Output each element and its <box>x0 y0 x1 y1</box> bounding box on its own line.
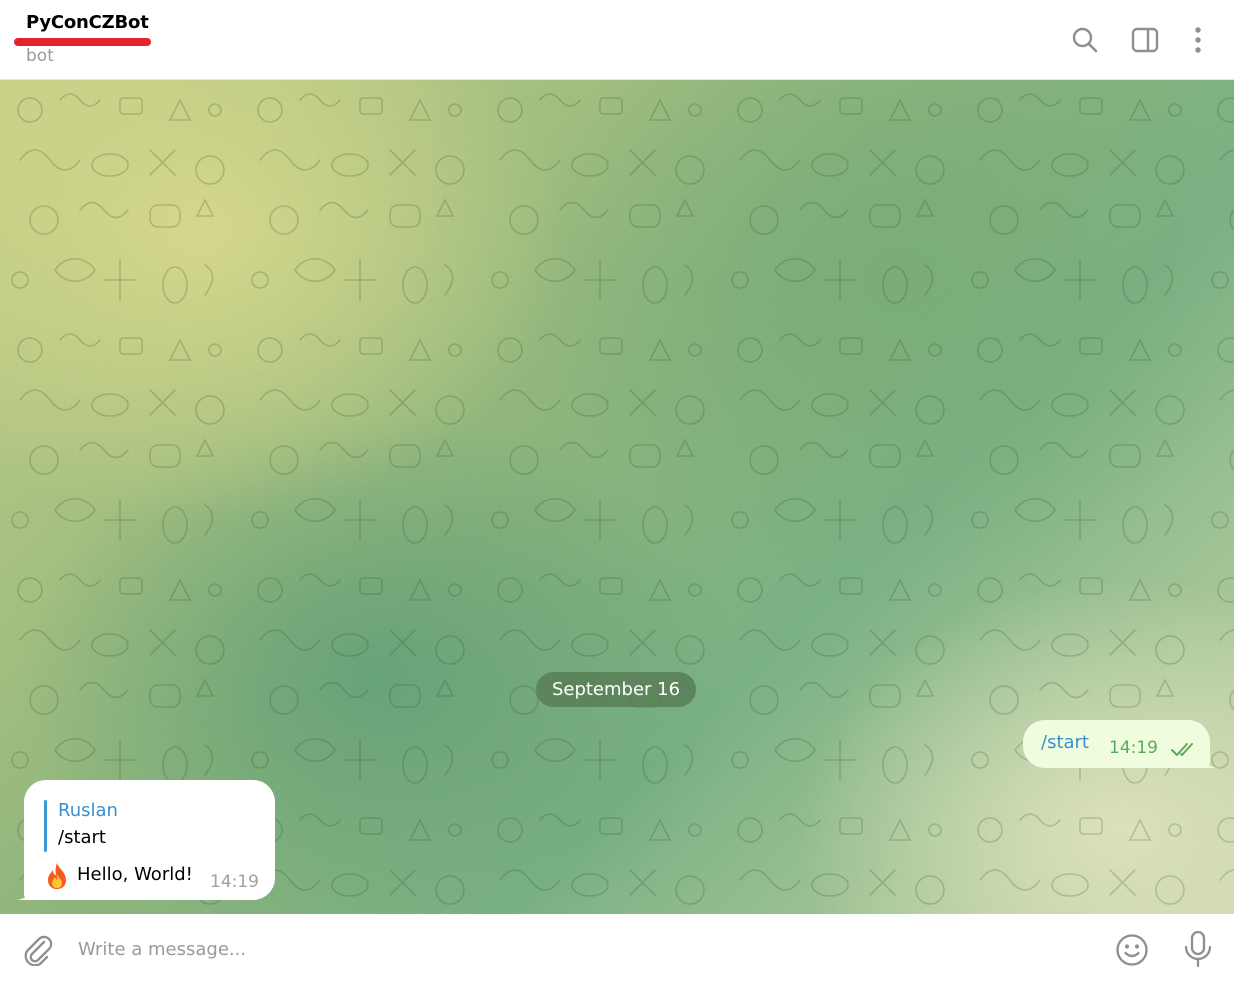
telegram-chat-window: PyConCZBot bot September 16 /start 14:19… <box>0 0 1234 984</box>
fire-emoji-icon <box>48 863 66 889</box>
reply-quote-text[interactable]: /start <box>58 827 106 848</box>
message-composer <box>0 914 1234 984</box>
chat-background: September 16 /start 14:19 Ruslan /start <box>0 80 1234 914</box>
sidebar-toggle-icon[interactable] <box>1129 24 1161 56</box>
message-time: 14:19 <box>210 872 259 892</box>
paperclip-icon[interactable] <box>20 932 54 966</box>
search-icon[interactable] <box>1069 24 1101 56</box>
double-check-icon <box>1171 743 1193 756</box>
reply-sender-name[interactable]: Ruslan <box>58 800 118 821</box>
chat-header: PyConCZBot bot <box>0 0 1234 80</box>
chat-status: bot <box>26 46 54 66</box>
outgoing-message-bubble[interactable]: /start 14:19 <box>1023 720 1210 768</box>
red-annotation-underline <box>14 38 151 46</box>
message-text: Hello, World! <box>77 864 193 885</box>
reply-quote-bar <box>44 800 47 852</box>
emoji-icon[interactable] <box>1114 932 1150 968</box>
message-text: /start <box>1041 732 1089 753</box>
message-time: 14:19 <box>1109 738 1158 758</box>
date-separator: September 16 <box>536 672 696 707</box>
microphone-icon[interactable] <box>1180 930 1216 968</box>
message-input[interactable] <box>78 932 1088 966</box>
more-vertical-icon[interactable] <box>1182 24 1214 56</box>
incoming-message-bubble[interactable]: Ruslan /start Hello, World! 14:19 <box>24 780 275 900</box>
chat-title[interactable]: PyConCZBot <box>26 12 149 33</box>
